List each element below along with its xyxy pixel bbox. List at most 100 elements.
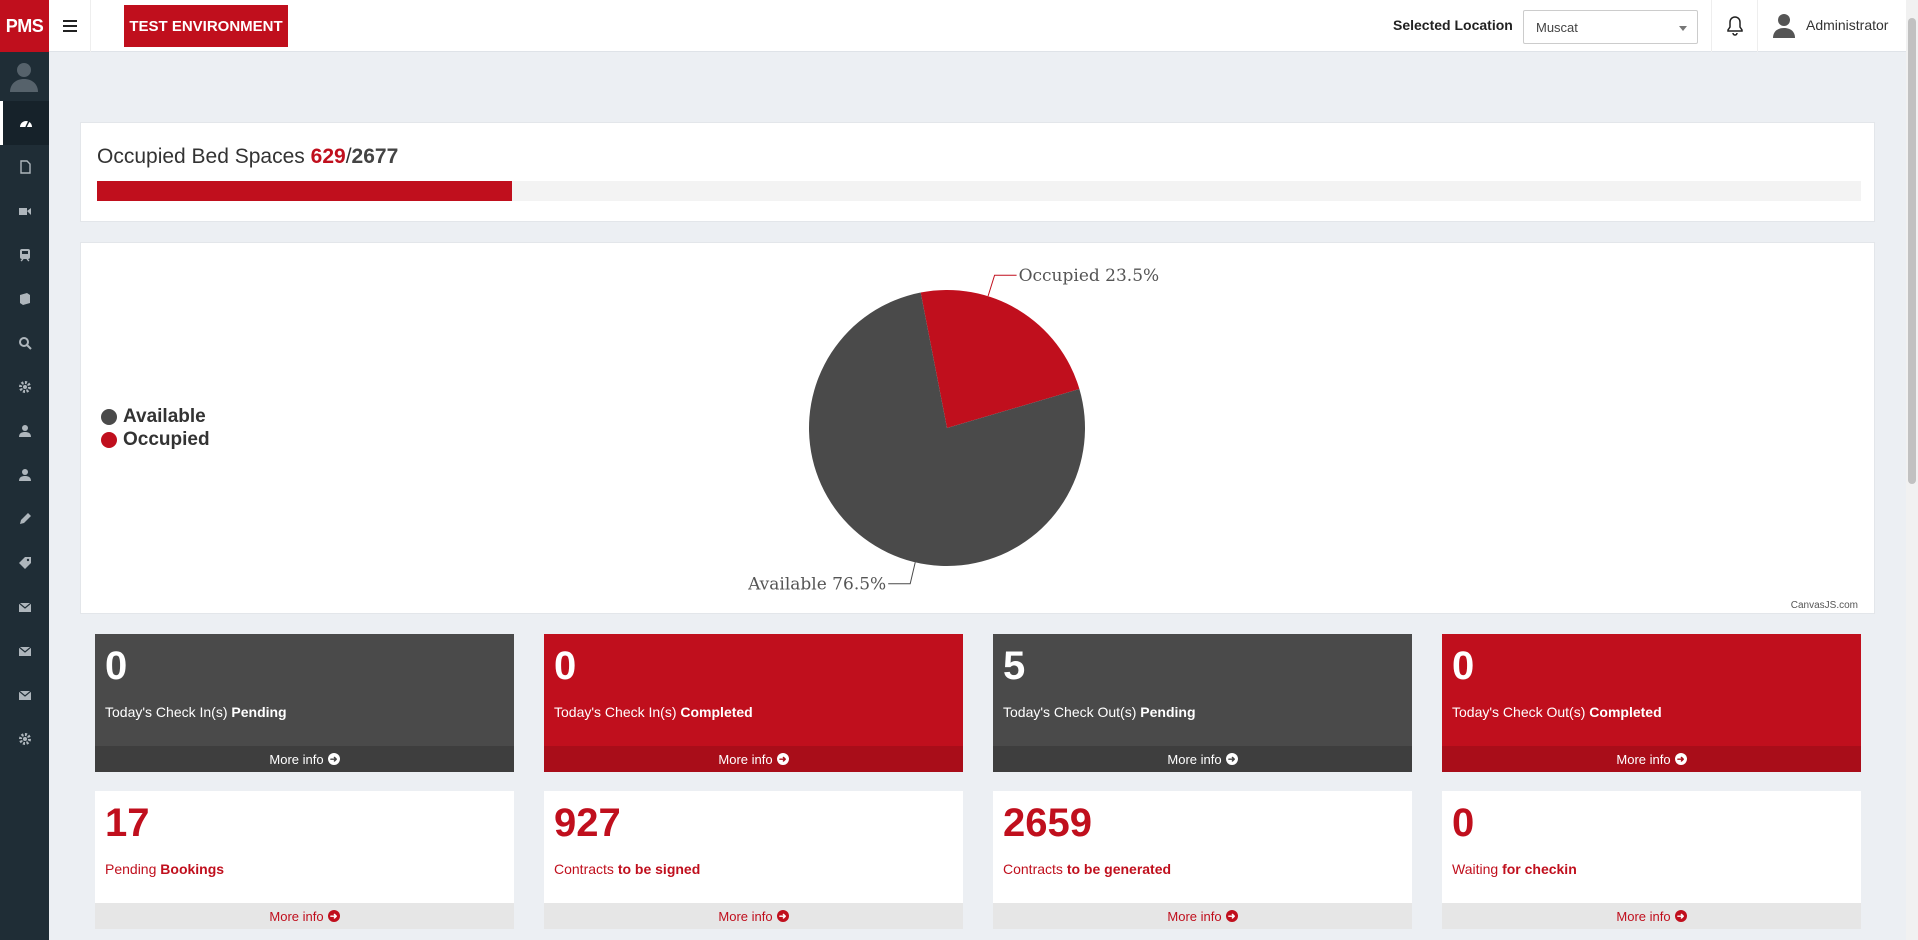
more-info-label: More info	[269, 751, 324, 767]
envelope-icon	[18, 690, 31, 700]
menu-toggle-button[interactable]	[49, 0, 91, 52]
more-info-label: More info	[718, 751, 773, 767]
more-info-label: More info	[1167, 908, 1222, 924]
sidebar-item-edit[interactable]	[0, 497, 49, 541]
arrow-circle-right-icon: ➜	[1674, 910, 1687, 922]
occupancy-progress-fill	[97, 181, 512, 201]
sidebar-item-mail-3[interactable]	[0, 673, 49, 717]
stat-caption: Today's Check In(s) Pending	[105, 704, 287, 720]
stat-box: 5 Today's Check Out(s) Pending More info ➜	[993, 634, 1412, 772]
occupied-count: 629	[310, 145, 346, 168]
arrow-circle-right-icon: ➜	[327, 910, 340, 922]
sidebar-item-video[interactable]	[0, 189, 49, 233]
app-logo[interactable]: PMS	[0, 0, 49, 52]
more-info-link[interactable]: More info ➜	[95, 746, 514, 772]
stat-caption-bold: for checkin	[1502, 861, 1577, 877]
hamburger-icon	[62, 20, 77, 32]
pie-label-available: Available 76.5%	[747, 575, 886, 595]
sidebar-item-mail-2[interactable]	[0, 629, 49, 673]
avatar-icon	[10, 63, 38, 92]
dashboard-icon	[20, 120, 32, 128]
environment-badge: TEST ENVIRONMENT	[124, 5, 288, 47]
sidebar-item-tickets[interactable]	[0, 541, 49, 585]
chart-credit[interactable]: CanvasJS.com	[1791, 600, 1858, 611]
stat-caption-text: Pending	[105, 861, 161, 877]
top-header: PMS TEST ENVIRONMENT Selected Location M…	[0, 0, 1918, 52]
pencil-icon	[19, 513, 31, 524]
stat-caption-bold: Completed	[680, 704, 753, 720]
book-icon	[19, 293, 30, 305]
sidebar-item-configuration[interactable]	[0, 717, 49, 761]
stat-caption-bold: Completed	[1589, 704, 1662, 720]
arrow-circle-right-icon: ➜	[1225, 910, 1238, 922]
stat-box: 927 Contracts to be signed More info ➜	[544, 791, 963, 929]
stat-box: 0 Waiting for checkin More info ➜	[1442, 791, 1861, 929]
notifications-button[interactable]	[1711, 0, 1758, 52]
stat-value: 0	[1452, 801, 1475, 845]
occupancy-progress-bar	[97, 181, 1861, 201]
more-info-link[interactable]: More info ➜	[1442, 903, 1861, 929]
stat-caption-text: Contracts	[1003, 861, 1067, 877]
arrow-circle-right-icon: ➜	[776, 910, 789, 922]
sidebar-item-mail-1[interactable]	[0, 585, 49, 629]
stat-value: 17	[105, 801, 150, 845]
sidebar-avatar	[9, 60, 39, 97]
stat-value: 0	[105, 644, 128, 688]
stat-caption: Waiting for checkin	[1452, 861, 1577, 877]
location-select-value: Muscat	[1536, 20, 1578, 35]
more-info-link[interactable]: More info ➜	[544, 746, 963, 772]
stat-caption-bold: Pending	[231, 704, 287, 720]
user-menu[interactable]: Administrator	[1772, 12, 1888, 38]
stat-caption: Today's Check Out(s) Completed	[1452, 704, 1662, 720]
more-info-label: More info	[1616, 908, 1671, 924]
stat-value: 0	[1452, 644, 1475, 688]
stat-caption-bold: to be generated	[1066, 861, 1172, 877]
sidebar-item-settings[interactable]	[0, 365, 49, 409]
occupancy-chart-panel: Available Occupied Occupied 23.5% Availab…	[80, 242, 1875, 614]
sidebar-item-books[interactable]	[0, 277, 49, 321]
avatar-icon	[1773, 14, 1795, 38]
stat-caption: Pending Bookings	[105, 861, 224, 877]
more-info-link[interactable]: More info ➜	[993, 903, 1412, 929]
envelope-icon	[18, 646, 31, 656]
stat-caption: Contracts to be signed	[554, 861, 700, 877]
sidebar-item-transport[interactable]	[0, 233, 49, 277]
more-info-link[interactable]: More info ➜	[993, 746, 1412, 772]
chevron-down-icon	[1679, 26, 1687, 31]
stat-value: 5	[1003, 644, 1026, 688]
pie-label-occupied-connector	[987, 274, 1017, 297]
more-info-label: More info	[1616, 751, 1671, 767]
stat-caption-text: Today's Check Out(s)	[1452, 704, 1590, 720]
stat-box: 0 Today's Check In(s) Pending More info ➜	[95, 634, 514, 772]
gear-icon	[18, 733, 31, 745]
total-count: 2677	[351, 145, 399, 168]
ticket-icon	[18, 557, 31, 569]
location-select[interactable]: Muscat	[1523, 10, 1698, 44]
user-name: Administrator	[1806, 17, 1889, 33]
more-info-link[interactable]: More info ➜	[544, 903, 963, 929]
occupancy-title: Occupied Bed Spaces 629/2677	[97, 145, 398, 169]
stat-caption-bold: Bookings	[160, 861, 225, 877]
sidebar-item-documents[interactable]	[0, 145, 49, 189]
page-scrollbar-thumb[interactable]	[1908, 18, 1916, 484]
stat-box: 0 Today's Check In(s) Completed More info ➜	[544, 634, 963, 772]
arrow-circle-right-icon: ➜	[776, 753, 789, 765]
more-info-link[interactable]: More info ➜	[1442, 746, 1861, 772]
stat-caption: Today's Check Out(s) Pending	[1003, 704, 1196, 720]
arrow-circle-right-icon: ➜	[1225, 753, 1238, 765]
sidebar-item-search[interactable]	[0, 321, 49, 365]
sidebar-item-user[interactable]	[0, 409, 49, 453]
stat-box: 0 Today's Check Out(s) Completed More info…	[1442, 634, 1861, 772]
stat-caption-text: Contracts	[554, 861, 618, 877]
envelope-icon	[18, 602, 31, 612]
stat-caption-text: Today's Check In(s)	[554, 704, 681, 720]
sidebar-item-dashboard[interactable]	[0, 101, 49, 145]
sidebar-item-users[interactable]	[0, 453, 49, 497]
stat-caption-text: Waiting	[1452, 861, 1503, 877]
train-icon	[19, 249, 30, 262]
search-icon	[18, 337, 32, 350]
pie-label-occupied: Occupied 23.5%	[1019, 266, 1160, 286]
pie-label-available-connector	[888, 562, 916, 585]
stat-caption-text: Today's Check In(s)	[105, 704, 232, 720]
more-info-link[interactable]: More info ➜	[95, 903, 514, 929]
